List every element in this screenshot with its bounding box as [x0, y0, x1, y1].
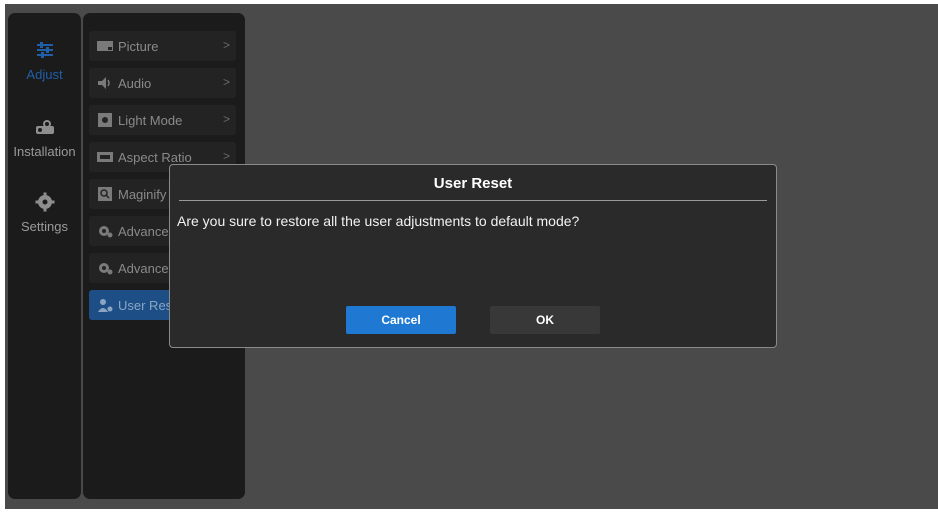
menu-item-label: Picture [118, 38, 159, 54]
projector-icon [34, 116, 56, 138]
rail-item-label: Installation [13, 144, 76, 159]
menu-item-label: Advance [118, 223, 169, 239]
menu-item-label: Aspect Ratio [118, 149, 192, 165]
menu-item-light-mode[interactable]: Light Mode > [89, 105, 236, 135]
advanced-gear-icon [97, 261, 113, 275]
speaker-icon [97, 76, 113, 90]
rail-item-label: Adjust [26, 67, 63, 82]
menu-item-label: Maginify [118, 186, 167, 202]
chevron-right-icon: > [222, 75, 230, 89]
magnify-icon [97, 187, 113, 201]
aspect-ratio-icon [97, 150, 113, 164]
rail-item-label: Settings [21, 219, 68, 234]
menu-item-label: User Res [118, 297, 173, 313]
chevron-right-icon: > [222, 112, 230, 126]
main-nav-rail: Adjust Installation Settings [8, 13, 81, 499]
user-reset-icon [97, 298, 113, 312]
menu-item-label: Advance [118, 260, 169, 276]
ok-button[interactable]: OK [490, 306, 600, 334]
advanced-gear-icon [97, 224, 113, 238]
dialog-title: User Reset [433, 175, 513, 192]
chevron-right-icon: > [222, 38, 230, 52]
gear-icon [34, 191, 56, 213]
light-mode-icon [97, 113, 113, 127]
projector-menu-screen: Adjust Installation Settings Picture > A… [5, 4, 938, 509]
dialog-divider [179, 200, 767, 201]
sliders-icon [34, 39, 56, 61]
user-reset-dialog: User Reset Are you sure to restore all t… [169, 164, 777, 348]
menu-item-audio[interactable]: Audio > [89, 68, 236, 98]
menu-item-label: Light Mode [118, 112, 183, 128]
chevron-right-icon: > [222, 149, 230, 163]
dialog-message: Are you sure to restore all the user adj… [177, 213, 580, 229]
rail-item-adjust[interactable]: Adjust [8, 39, 81, 82]
rail-item-installation[interactable]: Installation [8, 116, 81, 159]
rail-item-settings[interactable]: Settings [8, 191, 81, 234]
cancel-button[interactable]: Cancel [346, 306, 456, 334]
menu-item-picture[interactable]: Picture > [89, 31, 236, 61]
picture-icon [97, 39, 113, 53]
menu-item-label: Audio [118, 75, 152, 91]
